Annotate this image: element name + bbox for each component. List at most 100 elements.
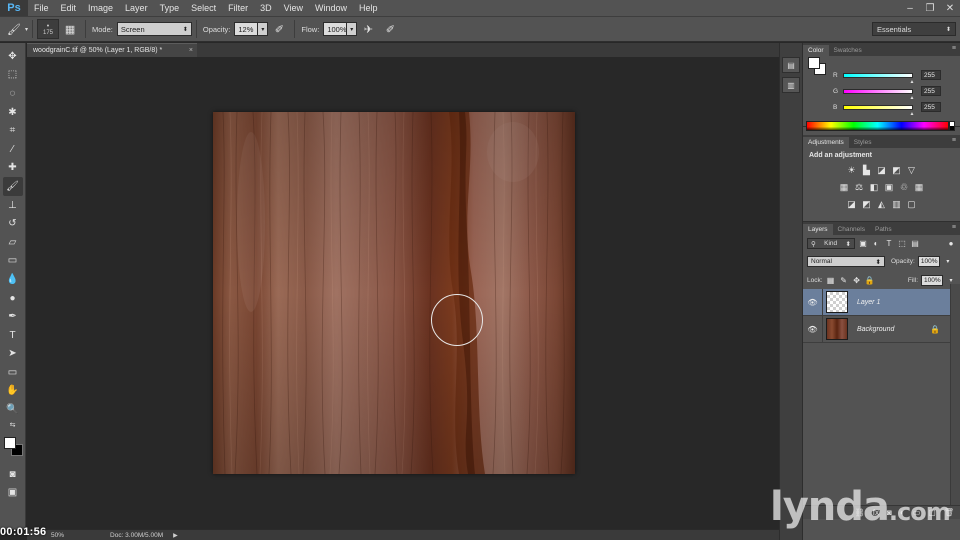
menu-view[interactable]: View (278, 3, 309, 13)
layers-scrollbar[interactable] (950, 284, 960, 519)
black-white-icon[interactable]: ◧ (869, 182, 880, 193)
swap-colors-icon[interactable]: ⇆ (3, 419, 23, 431)
menu-3d[interactable]: 3D (254, 3, 278, 13)
lasso-tool-icon[interactable]: ◌ (3, 84, 23, 103)
panel-menu-icon[interactable]: ≡ (952, 137, 956, 144)
restore-button[interactable]: ❐ (920, 0, 940, 16)
lock-position-icon[interactable]: ✥ (852, 275, 862, 285)
blue-value[interactable]: 255 (921, 102, 941, 112)
menu-window[interactable]: Window (309, 3, 353, 13)
healing-brush-tool-icon[interactable]: ✚ (3, 159, 23, 178)
layer-name[interactable]: Layer 1 (857, 299, 880, 306)
brush-tool-preset-icon[interactable]: 🖌 (6, 21, 22, 37)
filter-adjustment-icon[interactable]: ◐ (871, 239, 881, 249)
vibrance-icon[interactable]: ▽ (906, 165, 917, 176)
invert-icon[interactable]: ◪ (846, 199, 857, 210)
tab-channels[interactable]: Channels (833, 224, 870, 235)
clone-stamp-tool-icon[interactable]: ⊥ (3, 196, 23, 215)
levels-icon[interactable]: ▙ (861, 165, 872, 176)
lock-transparency-icon[interactable]: ▦ (826, 275, 836, 285)
screen-mode-icon[interactable]: ▣ (3, 483, 23, 502)
brush-panel-toggle-icon[interactable]: ▦ (62, 21, 78, 37)
preset-dropdown-icon[interactable]: ▾ (25, 26, 28, 33)
history-brush-tool-icon[interactable]: ↺ (3, 214, 23, 233)
red-value[interactable]: 255 (921, 70, 941, 80)
green-slider[interactable]: ▲ (843, 88, 914, 101)
lock-all-icon[interactable]: 🔒 (865, 275, 875, 285)
menu-layer[interactable]: Layer (119, 3, 154, 13)
visibility-eye-icon[interactable]: 👁 (803, 288, 823, 316)
flow-input[interactable]: 100% (323, 22, 348, 36)
visibility-eye-icon[interactable]: 👁 (803, 315, 823, 343)
path-selection-tool-icon[interactable]: ➤ (3, 345, 23, 364)
slider-thumb-icon[interactable]: ▲ (910, 95, 915, 101)
panel-foreground-swatch[interactable] (808, 57, 820, 69)
opacity-slider-toggle[interactable]: ▾ (258, 22, 269, 36)
tab-color[interactable]: Color (803, 45, 829, 56)
layer-row-background[interactable]: 👁 Background 🔒 (803, 315, 950, 343)
mode-select[interactable]: Screen ⬍ (116, 22, 192, 36)
quick-mask-icon[interactable]: ◙ (3, 465, 23, 484)
filter-pixel-icon[interactable]: ▣ (858, 239, 868, 249)
filter-shape-icon[interactable]: ⬚ (897, 239, 907, 249)
zoom-level[interactable]: 50% (51, 532, 64, 539)
hue-saturation-icon[interactable]: ▦ (839, 182, 850, 193)
selective-color-icon[interactable]: ▢ (906, 199, 917, 210)
brightness-contrast-icon[interactable]: ☀ (846, 165, 857, 176)
canvas-area[interactable] (27, 57, 779, 529)
hand-tool-icon[interactable]: ✋ (3, 382, 23, 401)
menu-select[interactable]: Select (185, 3, 222, 13)
close-document-icon[interactable]: × (189, 47, 193, 54)
kind-filter-select[interactable]: ⚲ Kind ⬍ (807, 238, 855, 249)
filter-toggle-icon[interactable]: ● (946, 239, 956, 249)
gradient-tool-icon[interactable]: ▭ (3, 252, 23, 271)
threshold-icon[interactable]: ◭ (876, 199, 887, 210)
document-canvas[interactable] (213, 112, 575, 474)
exposure-icon[interactable]: ◩ (891, 165, 902, 176)
brush-tool-icon[interactable]: 🖌 (2, 177, 23, 196)
menu-filter[interactable]: Filter (222, 3, 254, 13)
posterize-icon[interactable]: ◩ (861, 199, 872, 210)
status-menu-icon[interactable]: ▶ (173, 532, 178, 539)
gradient-map-icon[interactable]: ▥ (891, 199, 902, 210)
quick-selection-tool-icon[interactable]: ✱ (3, 103, 23, 122)
menu-edit[interactable]: Edit (55, 3, 83, 13)
curves-icon[interactable]: ◪ (876, 165, 887, 176)
black-white-ramp[interactable] (949, 121, 955, 131)
type-tool-icon[interactable]: T (3, 326, 23, 345)
layer-name[interactable]: Background (857, 326, 894, 333)
workspace-switcher[interactable]: Essentials ⬍ (872, 22, 956, 36)
slider-thumb-icon[interactable]: ▲ (910, 111, 915, 117)
brush-size-picker[interactable]: • 175 (37, 19, 60, 39)
filter-type-icon[interactable]: T (884, 239, 894, 249)
opacity-input[interactable]: 12% (234, 22, 259, 36)
layer-row-layer-1[interactable]: 👁 Layer 1 (803, 288, 950, 316)
panel-menu-icon[interactable]: ≡ (952, 45, 956, 52)
green-value[interactable]: 255 (921, 86, 941, 96)
menu-file[interactable]: File (28, 3, 55, 13)
move-tool-icon[interactable]: ✥ (3, 47, 23, 66)
pressure-size-icon[interactable]: ✐ (382, 21, 398, 37)
red-slider[interactable]: ▲ (843, 72, 914, 85)
crop-tool-icon[interactable]: ⌗ (3, 121, 23, 140)
tab-paths[interactable]: Paths (870, 224, 897, 235)
color-balance-icon[interactable]: ⚖ (854, 182, 865, 193)
rectangle-tool-icon[interactable]: ▭ (3, 363, 23, 382)
document-tab[interactable]: woodgrainC.tif @ 50% (Layer 1, RGB/8) * … (27, 43, 197, 57)
dodge-tool-icon[interactable]: ● (3, 289, 23, 308)
menu-help[interactable]: Help (353, 3, 384, 13)
foreground-color-swatch[interactable] (3, 436, 16, 449)
history-panel-icon[interactable]: ▤ (782, 57, 800, 73)
eyedropper-tool-icon[interactable]: ⁄ (3, 140, 23, 159)
channel-mixer-icon[interactable]: ♲ (899, 182, 910, 193)
color-lookup-icon[interactable]: ▦ (914, 182, 925, 193)
zoom-tool-icon[interactable]: 🔍 (3, 400, 23, 419)
properties-panel-icon[interactable]: ▥ (782, 77, 800, 93)
close-window-button[interactable]: ✕ (940, 0, 960, 16)
tab-adjustments[interactable]: Adjustments (803, 137, 849, 148)
tab-layers[interactable]: Layers (803, 224, 833, 235)
menu-type[interactable]: Type (154, 3, 186, 13)
minimize-button[interactable]: – (900, 0, 920, 16)
tab-styles[interactable]: Styles (849, 137, 877, 148)
panel-menu-icon[interactable]: ≡ (952, 224, 956, 231)
